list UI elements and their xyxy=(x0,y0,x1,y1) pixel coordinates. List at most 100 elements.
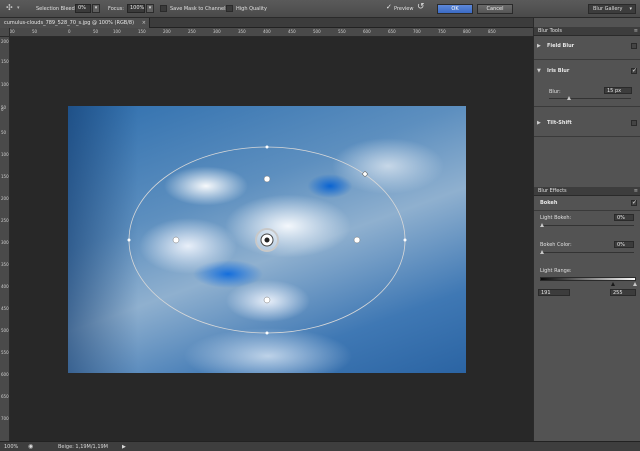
high-quality-checkbox[interactable] xyxy=(226,5,233,12)
v-ruler-tick: 250 xyxy=(1,218,9,223)
selection-bleed-dropdown[interactable]: ▾ xyxy=(92,4,100,13)
light-range-low-knob[interactable] xyxy=(611,282,615,286)
ok-button[interactable]: OK xyxy=(437,4,473,14)
h-ruler-tick: 350 xyxy=(238,29,246,34)
pin-center-icon[interactable] xyxy=(264,237,270,243)
blur-value-field[interactable]: 15 px xyxy=(604,87,632,94)
iris-handle-right[interactable] xyxy=(403,238,407,242)
divider xyxy=(534,59,640,60)
field-blur-row[interactable]: ▶ Field Blur xyxy=(534,41,640,53)
h-ruler-tick: 800 xyxy=(463,29,471,34)
right-panel: Blur Tools ≡ ▶ Field Blur ▼ Iris Blur Bl… xyxy=(533,18,640,441)
workspace-select[interactable]: Blur Gallery ▾ xyxy=(588,4,636,14)
v-ruler-tick: 650 xyxy=(1,394,9,399)
v-ruler-tick: 200 xyxy=(1,196,9,201)
iris-blur-row[interactable]: ▼ Iris Blur xyxy=(534,66,640,78)
tilt-shift-row[interactable]: ▶ Tilt-Shift xyxy=(534,118,640,130)
preview-label: Preview xyxy=(394,6,414,12)
preview-check-icon[interactable]: ✓ xyxy=(386,3,392,11)
panel-menu-icon[interactable]: ≡ xyxy=(634,27,638,36)
close-icon[interactable]: × xyxy=(142,18,146,28)
options-bar: ✣ ▾ Selection Bleed: 0% ▾ Focus: 100% ▾ … xyxy=(0,0,640,18)
v-ruler-tick: 550 xyxy=(1,350,9,355)
light-range-gradient[interactable] xyxy=(540,277,636,281)
collapse-arrow-icon[interactable]: ▶ xyxy=(537,43,541,49)
focus-dropdown[interactable]: ▾ xyxy=(146,4,154,13)
status-bar: 100% ◉ Beige: 1,19M/1,19M ▶ xyxy=(0,441,640,451)
h-ruler-tick: 500 xyxy=(313,29,321,34)
iris-handle-bottom[interactable] xyxy=(265,331,269,335)
collapse-arrow-icon[interactable]: ▶ xyxy=(537,120,541,126)
h-ruler-tick: 750 xyxy=(438,29,446,34)
h-ruler-tick: 600 xyxy=(363,29,371,34)
ruler-corner xyxy=(0,28,10,37)
h-ruler-tick: 300 xyxy=(213,29,221,34)
blur-tools-title: Blur Tools xyxy=(538,28,562,34)
blur-slider-knob[interactable] xyxy=(567,96,571,100)
v-ruler-tick: 100 xyxy=(1,152,9,157)
divider xyxy=(534,106,640,107)
cancel-button[interactable]: Cancel xyxy=(477,4,513,14)
focus-field[interactable]: 100% xyxy=(127,4,145,13)
light-bokeh-field[interactable]: 0% xyxy=(614,214,634,221)
feather-handle-left[interactable] xyxy=(172,236,180,244)
blur-label: Blur: xyxy=(549,89,561,95)
expand-arrow-icon[interactable]: ▼ xyxy=(537,68,541,74)
v-ruler-tick: 50 xyxy=(1,130,7,135)
feather-handle-top[interactable] xyxy=(263,175,271,183)
bokeh-color-label: Bokeh Color: xyxy=(540,242,572,248)
light-range-high-knob[interactable] xyxy=(633,282,637,286)
save-mask-checkbox[interactable] xyxy=(160,5,167,12)
workspace-label: Blur Gallery xyxy=(593,6,623,12)
v-ruler-tick: 150 xyxy=(1,174,9,179)
panel-menu-icon[interactable]: ≡ xyxy=(634,187,638,196)
light-bokeh-label: Light Bokeh: xyxy=(540,215,572,221)
document-tab[interactable]: cumulus-clouds_789_528_70_s.jpg @ 100% (… xyxy=(0,18,150,28)
light-range-label: Light Range: xyxy=(540,268,572,274)
v-ruler-tick: 500 xyxy=(1,328,9,333)
light-bokeh-track[interactable] xyxy=(540,225,634,226)
iris-blur-overlay[interactable] xyxy=(68,106,466,373)
light-range-high-field[interactable]: 255 xyxy=(610,289,636,296)
light-bokeh-knob[interactable] xyxy=(540,223,544,227)
selection-bleed-field[interactable]: 0% xyxy=(75,4,91,13)
v-ruler-tick: 600 xyxy=(1,372,9,377)
h-ruler-tick: 450 xyxy=(288,29,296,34)
v-ruler-tick: 150 xyxy=(1,59,9,64)
tilt-shift-checkbox[interactable] xyxy=(631,120,637,126)
iris-handle-top[interactable] xyxy=(265,145,269,149)
status-info-icon[interactable]: ◉ xyxy=(28,443,33,450)
bokeh-checkbox[interactable] xyxy=(631,199,637,206)
h-ruler-tick: 400 xyxy=(263,29,271,34)
reset-icon[interactable]: ↺ xyxy=(417,2,425,12)
zoom-level[interactable]: 100% xyxy=(4,444,18,450)
v-ruler-tick: 0 xyxy=(1,107,4,112)
h-ruler-tick: 0 xyxy=(68,29,71,34)
v-ruler-tick: 300 xyxy=(1,240,9,245)
tool-dropdown-icon[interactable]: ▾ xyxy=(17,5,20,11)
bokeh-color-track[interactable] xyxy=(540,252,634,253)
blur-tool-icon[interactable]: ✣ xyxy=(6,3,13,12)
iris-blur-checkbox[interactable] xyxy=(631,67,637,74)
field-blur-checkbox[interactable] xyxy=(631,43,637,49)
bokeh-color-field[interactable]: 0% xyxy=(614,241,634,248)
bokeh-color-knob[interactable] xyxy=(540,250,544,254)
iris-handle-left[interactable] xyxy=(127,238,131,242)
feather-handle-bottom[interactable] xyxy=(263,296,271,304)
horizontal-ruler: 100 50 0 50 100 150 200 250 300 350 400 … xyxy=(10,28,533,37)
vertical-ruler: 200 150 100 50 0 50 100 150 200 250 300 … xyxy=(0,37,10,441)
blur-effects-title: Blur Effects xyxy=(538,188,567,194)
divider xyxy=(534,210,640,211)
bokeh-row[interactable]: Bokeh xyxy=(534,199,640,209)
h-ruler-tick: 150 xyxy=(138,29,146,34)
h-ruler-tick: 100 xyxy=(10,29,15,34)
v-ruler-tick: 100 xyxy=(1,82,9,87)
blur-slider-track[interactable] xyxy=(549,98,631,99)
tilt-shift-label: Tilt-Shift xyxy=(547,120,572,126)
high-quality-label: High Quality xyxy=(236,6,267,12)
feather-handle-right[interactable] xyxy=(353,236,361,244)
v-ruler-tick: 450 xyxy=(1,306,9,311)
light-range-low-field[interactable]: 191 xyxy=(538,289,570,296)
chevron-down-icon: ▾ xyxy=(629,6,632,12)
status-menu-arrow-icon[interactable]: ▶ xyxy=(122,444,126,450)
